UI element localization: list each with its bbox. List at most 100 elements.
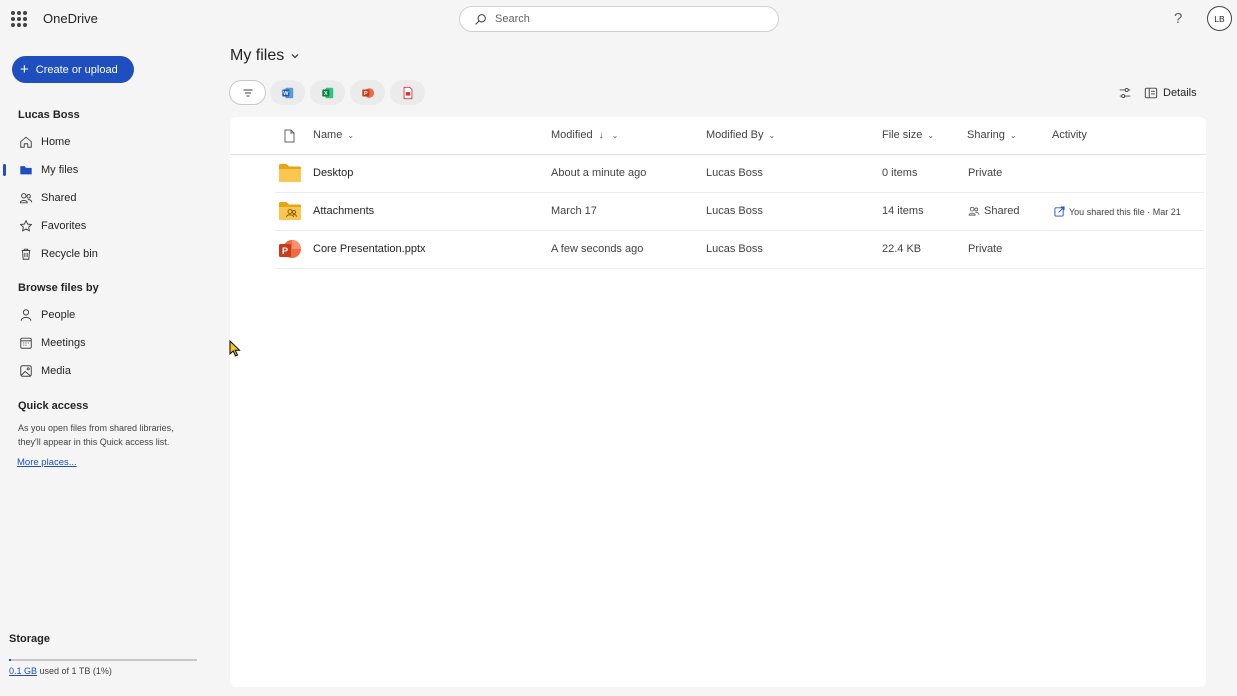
file-size: 14 items <box>882 205 924 217</box>
filter-excel-button[interactable]: X <box>310 80 345 105</box>
document-icon <box>284 129 295 143</box>
file-size: 22.4 KB <box>882 243 922 255</box>
star-icon <box>20 220 32 232</box>
powerpoint-icon: P <box>361 87 374 98</box>
column-header-name[interactable]: Name ⌄ <box>313 129 354 141</box>
avatar[interactable]: LB <box>1207 6 1232 31</box>
column-header-modified-by[interactable]: Modified By ⌄ <box>706 129 775 141</box>
modified-date: A few seconds ago <box>551 243 644 255</box>
details-toggle[interactable]: Details <box>1118 86 1197 100</box>
share-activity-icon <box>1054 206 1065 217</box>
page-title-label: My files <box>230 47 285 64</box>
plus-icon: + <box>20 61 29 78</box>
column-header-file-size[interactable]: File size ⌄ <box>882 129 934 141</box>
column-header-label: File size <box>882 129 923 141</box>
file-name[interactable]: Desktop <box>313 167 353 179</box>
pdf-icon <box>403 86 412 99</box>
search-input[interactable] <box>495 13 765 25</box>
sidebar-item-meetings[interactable]: Meetings <box>0 331 215 355</box>
storage-used-link[interactable]: 0.1 GB <box>9 666 37 676</box>
table-row[interactable]: Attachments March 17 Lucas Boss 14 items… <box>275 193 1204 231</box>
person-icon <box>20 309 32 321</box>
file-type-column-header[interactable] <box>283 129 296 143</box>
activity-text: You shared this file · Mar 21 <box>1069 206 1181 217</box>
modified-by: Lucas Boss <box>706 243 763 255</box>
column-header-label: Sharing <box>967 129 1005 141</box>
quick-access-heading: Quick access <box>18 400 89 412</box>
create-or-upload-label: Create or upload <box>35 63 118 76</box>
sidebar-item-label: Meetings <box>41 337 86 349</box>
trash-icon <box>21 248 31 260</box>
filter-word-button[interactable]: W <box>270 80 305 105</box>
sharing-status: Private <box>968 243 1003 255</box>
app-launcher-icon[interactable] <box>11 11 27 27</box>
folder-icon <box>279 164 301 182</box>
sidebar-item-home[interactable]: Home <box>0 130 215 154</box>
folder-icon <box>20 166 32 175</box>
create-or-upload-button[interactable]: + Create or upload <box>12 56 134 83</box>
column-header-activity: Activity <box>1052 129 1087 141</box>
table-row[interactable]: P Core Presentation.pptx A few seconds a… <box>275 231 1204 269</box>
svg-text:P: P <box>363 91 367 97</box>
excel-icon: X <box>321 87 333 98</box>
people-icon <box>968 206 980 216</box>
details-pane-icon <box>1144 87 1158 99</box>
shared-folder-icon <box>279 202 301 220</box>
details-label: Details <box>1163 87 1197 99</box>
word-icon: W <box>281 87 293 98</box>
storage-progress-bar <box>9 659 197 661</box>
column-header-label: Modified <box>551 129 593 141</box>
home-icon <box>20 136 32 148</box>
image-icon <box>20 365 32 377</box>
column-header-label: Activity <box>1052 129 1087 141</box>
chevron-down-icon <box>291 54 299 59</box>
file-name[interactable]: Core Presentation.pptx <box>313 243 426 255</box>
chevron-down-icon: ⌄ <box>768 130 776 140</box>
view-options-icon[interactable] <box>1118 86 1132 100</box>
chevron-down-icon: ⌄ <box>347 130 355 140</box>
sharing-status-label: Shared <box>984 205 1020 217</box>
sidebar-item-label: Shared <box>41 192 77 204</box>
storage-usage-text: 0.1 GB used of 1 TB (1%) <box>9 666 112 676</box>
powerpoint-file-icon: P <box>279 240 301 258</box>
sidebar-item-my-files[interactable]: My files <box>0 158 215 182</box>
filter-pdf-button[interactable] <box>390 80 425 105</box>
storage-used-rest: used of 1 TB (1%) <box>39 666 112 676</box>
sidebar-item-label: Recycle bin <box>41 248 98 260</box>
filter-powerpoint-button[interactable]: P <box>350 80 385 105</box>
column-header-sharing[interactable]: Sharing ⌄ <box>967 129 1017 141</box>
column-header-label: Modified By <box>706 129 764 141</box>
svg-text:P: P <box>282 246 288 256</box>
file-name[interactable]: Attachments <box>313 205 374 217</box>
sidebar-item-shared[interactable]: Shared <box>0 186 215 210</box>
sidebar-item-label: People <box>41 309 76 321</box>
column-header-label: Name <box>313 129 343 141</box>
modified-date: About a minute ago <box>551 167 647 179</box>
sidebar-item-people[interactable]: People <box>0 303 215 327</box>
svg-text:W: W <box>283 91 289 97</box>
modified-by: Lucas Boss <box>706 167 763 179</box>
mouse-cursor-icon <box>229 340 241 357</box>
more-places-link[interactable]: More places... <box>17 457 77 468</box>
sidebar-item-label: Media <box>41 365 71 377</box>
sidebar-item-label: Favorites <box>41 220 87 232</box>
search-icon <box>475 13 486 25</box>
table-row[interactable]: Desktop About a minute ago Lucas Boss 0 … <box>275 155 1204 193</box>
column-header-modified[interactable]: Modified ↓ ⌄ <box>551 129 618 141</box>
sidebar-item-recycle-bin[interactable]: Recycle bin <box>0 242 215 266</box>
sidebar-item-media[interactable]: Media <box>0 359 215 383</box>
sidebar-item-favorites[interactable]: Favorites <box>0 214 215 238</box>
page-title[interactable]: My files <box>230 47 300 65</box>
help-icon[interactable]: ? <box>1174 10 1182 27</box>
storage-progress-fill <box>9 659 11 661</box>
activity-item[interactable]: You shared this file · Mar 21 <box>1054 206 1181 217</box>
modified-by: Lucas Boss <box>706 205 763 217</box>
modified-date: March 17 <box>551 205 597 217</box>
search-box[interactable] <box>459 6 779 32</box>
filter-all-button[interactable] <box>229 80 266 105</box>
chevron-down-icon: ⌄ <box>611 130 619 140</box>
app-title[interactable]: OneDrive <box>43 11 98 26</box>
sharing-status: Private <box>968 167 1003 179</box>
chevron-down-icon: ⌄ <box>1009 130 1017 140</box>
quick-access-description: As you open files from shared libraries,… <box>18 423 174 447</box>
